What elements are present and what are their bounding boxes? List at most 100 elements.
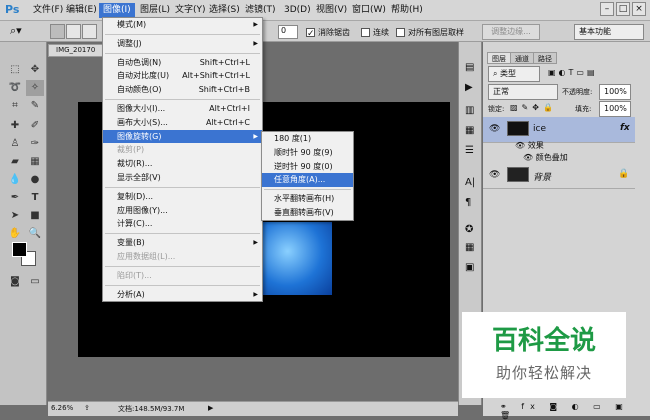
menu-5[interactable]: 选择(S) [205,3,244,18]
eraser-tool-icon[interactable]: ▰ [6,154,24,170]
menu-6[interactable]: 滤镜(T) [241,3,280,18]
type-tool-icon[interactable]: T [26,190,44,206]
workspace-select[interactable]: 基本功能 [574,24,644,40]
lasso-tool-icon[interactable]: ➰ [6,80,24,96]
actions-panel-icon[interactable]: ▶ [465,82,473,93]
effect-eye-icon[interactable]: 👁 [523,153,533,162]
image-menu-item[interactable]: 图像大小(I)... Alt+Ctrl+I [103,102,262,116]
fill-input[interactable]: 100% [599,101,631,117]
new-selection-icon[interactable] [50,24,65,39]
image-menu-item[interactable]: 显示全部(V) [103,171,262,185]
image-menu-item[interactable]: 自动色调(N) Shift+Ctrl+L [103,56,262,70]
blur-tool-icon[interactable]: 💧 [6,172,24,188]
history-panel-icon[interactable]: ▤ [465,62,474,73]
dodge-tool-icon[interactable]: ● [26,172,44,188]
rotate-menu-item[interactable]: 任意角度(A)... [262,173,353,188]
path-selection-tool-icon[interactable]: ➤ [6,208,24,224]
contiguous-checkbox[interactable] [361,28,370,37]
image-menu-item[interactable]: 图像旋转(G) ▶ [103,129,262,144]
layer-kind-filter[interactable]: ⌕ 类型 [488,66,540,82]
layer-name[interactable]: 背景 [533,170,551,183]
adjustments-panel-icon[interactable]: ☰ [465,145,474,156]
swatches-panel-icon[interactable]: ▦ [465,125,474,136]
image-menu-item[interactable]: 应用图像(Y)... [103,204,262,218]
menu-1[interactable]: 编辑(E) [62,3,101,18]
antialias-checkbox[interactable]: ✓ [306,28,315,39]
maximize-icon[interactable]: □ [616,2,630,16]
lock-icons[interactable]: ▨✎✥🔒 [510,103,557,112]
fx-icon[interactable]: fx [620,123,630,133]
crop-tool-icon[interactable]: ⌗ [6,98,24,114]
add-selection-icon[interactable] [66,24,81,39]
history-brush-tool-icon[interactable]: ✑ [26,136,44,152]
layer-comps-icon[interactable]: ▣ [465,262,474,273]
tab-layers[interactable]: 图层 [487,52,511,64]
rotate-menu-item[interactable]: 水平翻转画布(H) [262,192,353,206]
menu-9[interactable]: 窗口(W) [348,3,390,18]
image-menu-item[interactable]: 调整(J) ▶ [103,37,262,51]
rotate-menu-item[interactable]: 180 度(1) [262,132,353,146]
image-menu-item[interactable]: 复制(D)... [103,190,262,204]
menu-10[interactable]: 帮助(H) [387,3,427,18]
menu-7[interactable]: 3D(D) [280,3,315,18]
blend-mode-select[interactable]: 正常 [488,84,558,100]
layer-name[interactable]: ice [533,124,546,134]
tab-paths[interactable]: 路径 [533,52,557,64]
move-tool-icon[interactable]: ✥ [26,62,44,78]
quick-mask-icon[interactable]: ◙ [6,274,24,290]
menu-4[interactable]: 文字(Y) [171,3,210,18]
opacity-input[interactable]: 100% [599,84,631,100]
magic-wand-tool-icon[interactable]: ✧ [26,80,44,96]
brush-tool-icon[interactable]: ✐ [26,118,44,134]
effects-row[interactable]: 👁 效果 [515,140,544,151]
effects-eye-icon[interactable]: 👁 [515,141,525,150]
close-icon[interactable]: × [632,2,646,16]
shape-tool-icon[interactable]: ■ [26,208,44,224]
tool-preset-icon[interactable]: ⌕▾ [10,24,22,38]
effect-row-color-overlay[interactable]: 👁 颜色叠加 [523,152,568,163]
eyedropper-tool-icon[interactable]: ✎ [26,98,44,114]
zoom-level[interactable]: 6.26% [51,404,73,412]
menu-2[interactable]: 图像(I) [99,3,135,18]
all-layers-checkbox[interactable] [396,28,405,37]
image-menu-item[interactable]: 变量(B) ▶ [103,236,262,250]
fill-label: 填充: [575,105,592,113]
feather-input[interactable]: 0 [278,25,298,39]
visibility-eye-icon[interactable]: 👁 [489,124,500,134]
grid-panel-icon[interactable]: ▦ [465,242,474,253]
image-menu-item[interactable]: 自动颜色(O) Shift+Ctrl+B [103,83,262,97]
layer-row-background[interactable]: 👁 背景 🔒 [483,163,635,189]
paragraph-panel-icon[interactable]: ¶ [465,197,471,208]
tab-channels[interactable]: 通道 [510,52,534,64]
3d-panel-icon[interactable]: ✪ [465,224,473,235]
layer-row-ice[interactable]: 👁 ice fx [483,117,635,143]
screen-mode-icon[interactable]: ▭ [26,274,44,290]
image-menu-item[interactable]: 自动对比度(U) Alt+Shift+Ctrl+L [103,69,262,83]
menu-8[interactable]: 视图(V) [312,3,351,18]
zoom-tool-icon[interactable]: 🔍 [26,226,44,242]
image-menu-item[interactable]: 模式(M) ▶ [103,18,262,32]
pen-tool-icon[interactable]: ✒ [6,190,24,206]
visibility-eye-icon[interactable]: 👁 [489,170,500,180]
options-bar: ⌕▾ 0 ✓ 消除锯齿 连续 对所有图层取样 调整边缘... 基本功能 [0,21,650,42]
rotate-menu-item[interactable]: 逆时针 90 度(0) [262,160,353,174]
hand-tool-icon[interactable]: ✋ [6,226,24,242]
color-panel-icon[interactable]: ▥ [465,105,474,116]
menu-3[interactable]: 图层(L) [136,3,174,18]
refine-edge-button[interactable]: 调整边缘... [482,24,540,40]
minimize-icon[interactable]: – [600,2,614,16]
status-arrow-icon[interactable]: ▶ [208,404,213,412]
foreground-color-swatch[interactable] [12,242,27,257]
gradient-tool-icon[interactable]: ▦ [26,154,44,170]
subtract-selection-icon[interactable] [82,24,97,39]
image-menu-item[interactable]: 裁切(R)... [103,157,262,171]
rotate-menu-item[interactable]: 垂直翻转画布(V) [262,206,353,220]
character-panel-icon[interactable]: A| [465,177,475,188]
image-menu-item[interactable]: 画布大小(S)... Alt+Ctrl+C [103,116,262,130]
marquee-tool-icon[interactable]: ⬚ [6,62,24,78]
rotate-menu-item[interactable]: 顺时针 90 度(9) [262,146,353,160]
image-menu-item[interactable]: 分析(A) ▶ [103,288,262,302]
stamp-tool-icon[interactable]: ♙ [6,136,24,152]
image-menu-item[interactable]: 计算(C)... [103,217,262,231]
healing-tool-icon[interactable]: ✚ [6,118,24,134]
